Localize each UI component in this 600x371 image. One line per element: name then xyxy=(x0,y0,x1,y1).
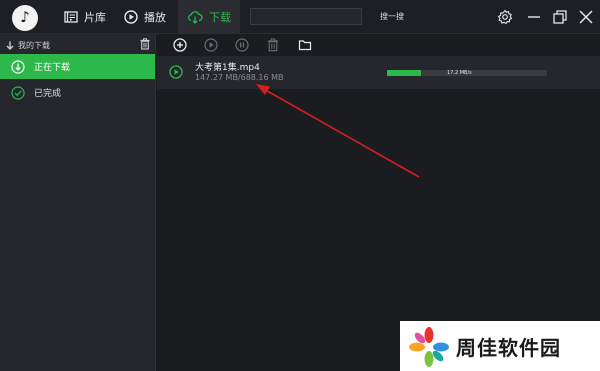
download-speed: 17.2 MB/s xyxy=(447,70,472,76)
progress-fill xyxy=(387,70,421,76)
sidebar: 我的下载 正在下载 已完成 xyxy=(0,34,156,371)
sidebar-header-label: 我的下载 xyxy=(18,40,50,50)
gear-icon[interactable] xyxy=(497,9,513,25)
sidebar-item-downloading[interactable]: 正在下载 xyxy=(0,54,155,79)
file-size: 147.27 MB/688.16 MB xyxy=(195,73,284,82)
nav-library-label: 片库 xyxy=(84,11,106,24)
nav-download-label: 下载 xyxy=(209,11,231,24)
watermark-text: 周佳软件园 xyxy=(456,336,561,360)
sidebar-item-completed[interactable]: 已完成 xyxy=(0,80,155,105)
sidebar-item-label: 已完成 xyxy=(34,89,62,99)
restore-icon[interactable] xyxy=(552,9,568,25)
play-circle-icon xyxy=(124,10,138,24)
nav-download[interactable]: 下载 xyxy=(178,0,240,34)
add-icon[interactable] xyxy=(173,38,187,52)
sidebar-item-label: 正在下载 xyxy=(34,63,71,73)
check-circle-icon xyxy=(11,85,25,100)
nav-library[interactable]: 片库 xyxy=(64,0,106,34)
download-row[interactable]: 大考第1集.mp4 147.27 MB/688.16 MB 17.2 MB/s xyxy=(157,56,600,89)
app-logo[interactable]: ♪ xyxy=(12,5,38,31)
nav-play[interactable]: 播放 xyxy=(124,0,166,34)
pause-icon[interactable] xyxy=(235,38,249,52)
sidebar-header[interactable]: 我的下载 xyxy=(6,38,154,52)
close-icon[interactable] xyxy=(578,9,594,25)
nav-play-label: 播放 xyxy=(144,11,166,24)
library-icon xyxy=(64,11,78,23)
cloud-download-icon xyxy=(188,10,203,24)
delete-icon[interactable] xyxy=(266,38,280,52)
toolbar xyxy=(157,34,600,56)
minimize-icon[interactable] xyxy=(526,9,542,25)
title-bar: ♪ 片库 播放 下载 搜一搜 xyxy=(0,0,600,34)
file-name: 大考第1集.mp4 xyxy=(195,63,260,73)
start-icon[interactable] xyxy=(204,38,218,52)
search-button[interactable]: 搜一搜 xyxy=(380,11,404,22)
play-icon[interactable] xyxy=(169,65,183,79)
arrow-down-icon xyxy=(6,41,14,50)
search-input[interactable] xyxy=(250,8,362,25)
download-circle-icon xyxy=(11,59,25,74)
app-logo-glyph: ♪ xyxy=(20,8,30,26)
watermark-logo-icon xyxy=(409,327,449,367)
trash-icon[interactable] xyxy=(139,38,151,50)
watermark: 周佳软件园 xyxy=(400,321,600,371)
folder-icon[interactable] xyxy=(298,38,312,52)
